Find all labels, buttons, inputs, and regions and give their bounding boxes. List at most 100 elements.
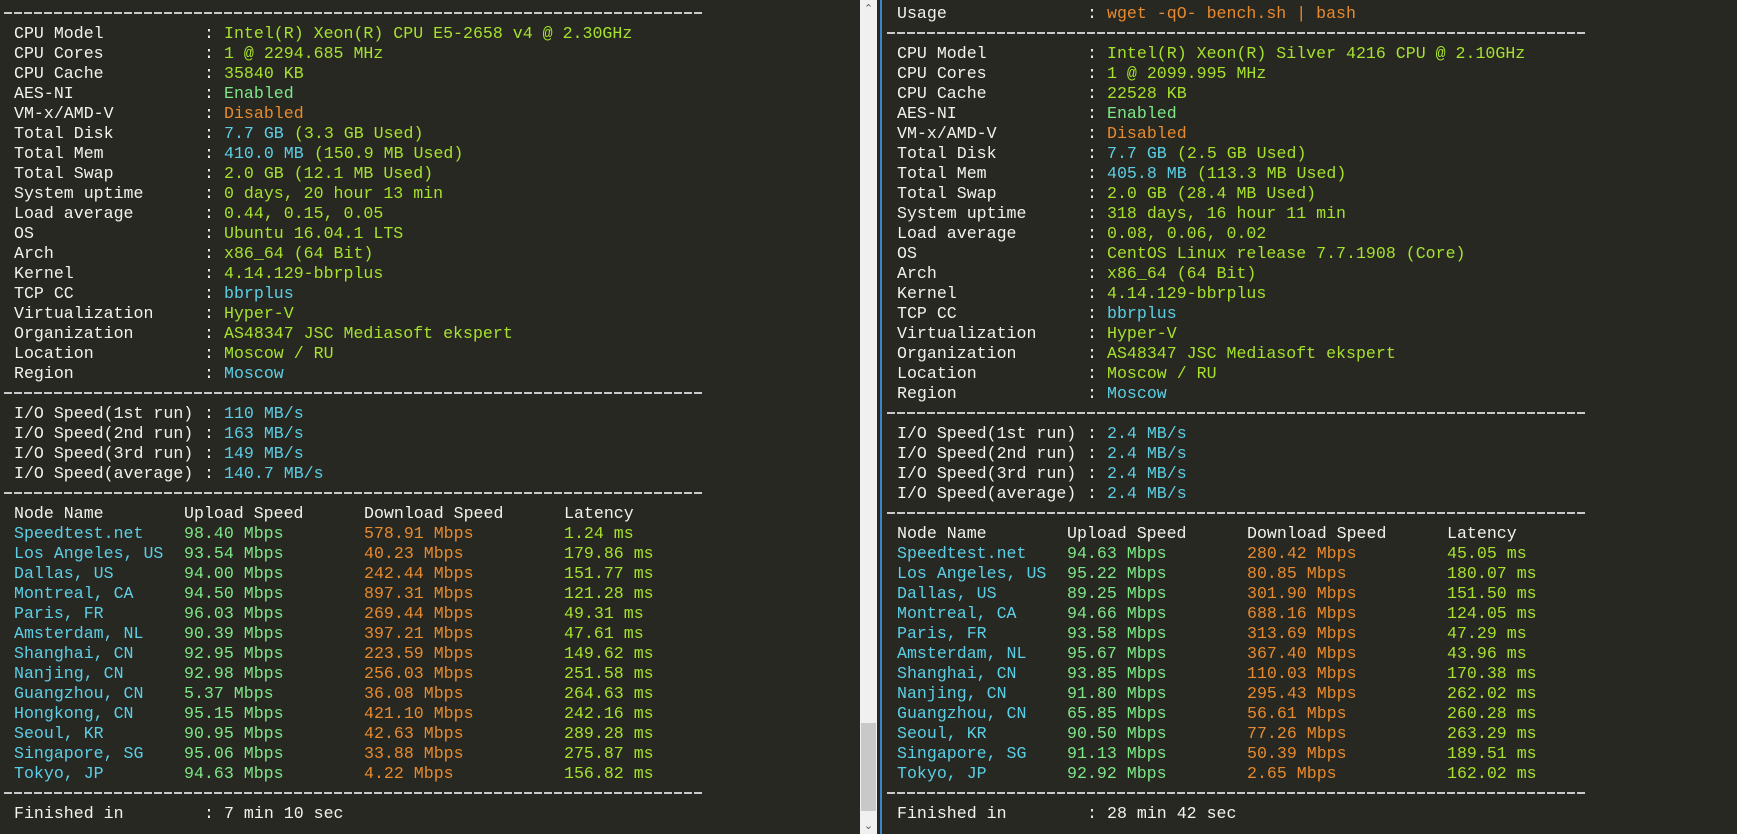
speed-table-row: Nanjing, CN 92.98 Mbps 256.03 Mbps 251.58 m… xyxy=(4,664,854,684)
info-label: TCP CC xyxy=(897,304,957,323)
info-row: CPU Model: Intel(R) Xeon(R) CPU E5-2658 v… xyxy=(4,24,854,44)
colon-separator: : xyxy=(204,444,214,463)
dashed-divider xyxy=(4,12,704,14)
separator-line xyxy=(4,484,854,504)
speed-table-row: Shanghai, CN 93.85 Mbps 110.03 Mbps 170.38 … xyxy=(887,664,1727,684)
scroll-down-arrow-icon[interactable]: ⌄ xyxy=(860,817,877,834)
info-row: System uptime:318 days, 16 hour 11 min xyxy=(887,204,1727,224)
column-header: Node Name xyxy=(897,524,987,543)
colon-separator: : xyxy=(1087,224,1097,243)
info-value: Moscow xyxy=(1107,384,1167,403)
latency: 179.86 ms xyxy=(564,544,654,563)
speed-table-row: Speedtest.net 94.63 Mbps 280.42 Mbps 45.05 … xyxy=(887,544,1727,564)
info-label: Virtualization xyxy=(897,324,1037,343)
speed-table-row: Singapore, SG 91.13 Mbps 50.39 Mbps 189.51 … xyxy=(887,744,1727,764)
info-value: Enabled xyxy=(1107,104,1177,123)
info-label: Total Swap xyxy=(14,164,114,183)
upload-speed: 90.95 Mbps xyxy=(184,724,284,743)
info-label: Total Mem xyxy=(14,144,104,163)
colon-separator: : xyxy=(204,304,214,323)
upload-speed: 95.67 Mbps xyxy=(1067,644,1167,663)
info-row: Kernel:4.14.129-bbrplus xyxy=(4,264,854,284)
colon-separator: : xyxy=(1087,124,1097,143)
latency: 162.02 ms xyxy=(1447,764,1537,783)
colon-separator: : xyxy=(1087,144,1097,163)
info-value: Hyper-V xyxy=(1107,324,1177,343)
column-header: Download Speed xyxy=(364,504,504,523)
colon-separator: : xyxy=(204,424,214,443)
colon-separator: : xyxy=(1087,284,1097,303)
info-label: Virtualization xyxy=(14,304,154,323)
finished-row-value: 28 min 42 sec xyxy=(1107,804,1237,823)
io-speed-row-label: I/O Speed(1st run) xyxy=(897,424,1077,443)
info-value: (2.5 GB Used) xyxy=(1167,144,1307,163)
info-value: Intel(R) Xeon(R) Silver 4216 CPU @ 2.10G… xyxy=(1107,44,1526,63)
io-speed-row-value: 163 MB/s xyxy=(224,424,304,443)
info-row: Location: Moscow / RU xyxy=(887,364,1727,384)
info-value: bbrplus xyxy=(1107,304,1177,323)
download-speed: 77.26 Mbps xyxy=(1247,724,1347,743)
speed-table-row: Paris, FR 96.03 Mbps 269.44 Mbps 49.31 ms xyxy=(4,604,854,624)
info-value: 1 @ 2294.685 MHz xyxy=(224,44,384,63)
node-name: Guangzhou, CN xyxy=(897,704,1027,723)
dashed-divider xyxy=(4,392,704,394)
node-name: Nanjing, CN xyxy=(14,664,124,683)
latency: 264.63 ms xyxy=(564,684,654,703)
column-header: Node Name xyxy=(14,504,104,523)
download-speed: 367.40 Mbps xyxy=(1247,644,1357,663)
info-value: 4.14.129-bbrplus xyxy=(1107,284,1267,303)
column-header: Download Speed xyxy=(1247,524,1387,543)
node-name: Guangzhou, CN xyxy=(14,684,144,703)
colon-separator: : xyxy=(204,124,214,143)
info-value: (113.3 MB Used) xyxy=(1187,164,1347,183)
node-name: Dallas, US xyxy=(897,584,997,603)
node-name: Seoul, KR xyxy=(14,724,104,743)
info-value: 2.0 GB (28.4 MB Used) xyxy=(1107,184,1317,203)
colon-separator: : xyxy=(204,164,214,183)
node-name: Singapore, SG xyxy=(897,744,1027,763)
colon-separator: : xyxy=(204,44,214,63)
download-speed: 897.31 Mbps xyxy=(364,584,474,603)
colon-separator: : xyxy=(1087,484,1097,503)
upload-speed: 90.50 Mbps xyxy=(1067,724,1167,743)
speed-table-row: Seoul, KR 90.50 Mbps 77.26 Mbps 263.29 ms xyxy=(887,724,1727,744)
io-speed-row-label: I/O Speed(2nd run) xyxy=(897,444,1077,463)
info-row: VM-x/AMD-V: Disabled xyxy=(4,104,854,124)
info-value: Enabled xyxy=(224,84,294,103)
info-label: Arch xyxy=(897,264,937,283)
colon-separator: : xyxy=(204,464,214,483)
info-value: 0.44, 0.15, 0.05 xyxy=(224,204,384,223)
info-row: AES-NI: Enabled xyxy=(4,84,854,104)
speed-table-header: Node Name Upload Speed Download Speed Laten… xyxy=(887,524,1727,544)
terminal-scrollbar[interactable]: ⌃ ⌄ xyxy=(860,0,877,834)
upload-speed: 95.06 Mbps xyxy=(184,744,284,763)
io-speed-row: I/O Speed(3rd run):149 MB/s xyxy=(4,444,854,464)
pane-divider[interactable] xyxy=(880,0,882,834)
info-row: CPU Cores:1 @ 2294.685 MHz xyxy=(4,44,854,64)
latency: 251.58 ms xyxy=(564,664,654,683)
info-row: VM-x/AMD-V: Disabled xyxy=(887,124,1727,144)
dashed-divider xyxy=(887,512,1587,514)
io-speed-row-label: I/O Speed(average) xyxy=(14,464,194,483)
info-label: CPU Cores xyxy=(897,64,987,83)
upload-speed: 93.85 Mbps xyxy=(1067,664,1167,683)
download-speed: 2.65 Mbps xyxy=(1247,764,1337,783)
upload-speed: 94.63 Mbps xyxy=(184,764,284,783)
info-row: Organization: AS48347 JSC Mediasoft ekspe… xyxy=(4,324,854,344)
info-value: Intel(R) Xeon(R) CPU E5-2658 v4 @ 2.30GH… xyxy=(224,24,633,43)
colon-separator: : xyxy=(1087,184,1097,203)
colon-separator: : xyxy=(1087,444,1097,463)
latency: 1.24 ms xyxy=(564,524,634,543)
colon-separator: : xyxy=(204,244,214,263)
latency: 189.51 ms xyxy=(1447,744,1537,763)
info-row: Kernel:4.14.129-bbrplus xyxy=(887,284,1727,304)
scroll-up-arrow-icon[interactable]: ⌃ xyxy=(860,0,877,17)
download-speed: 256.03 Mbps xyxy=(364,664,474,683)
download-speed: 80.85 Mbps xyxy=(1247,564,1347,583)
scrollbar-thumb[interactable] xyxy=(861,723,876,811)
info-row: Location: Moscow / RU xyxy=(4,344,854,364)
colon-separator: : xyxy=(204,24,214,43)
info-row: Total Disk:7.7 GB (3.3 GB Used) xyxy=(4,124,854,144)
upload-speed: 65.85 Mbps xyxy=(1067,704,1167,723)
info-label: Total Disk xyxy=(897,144,997,163)
